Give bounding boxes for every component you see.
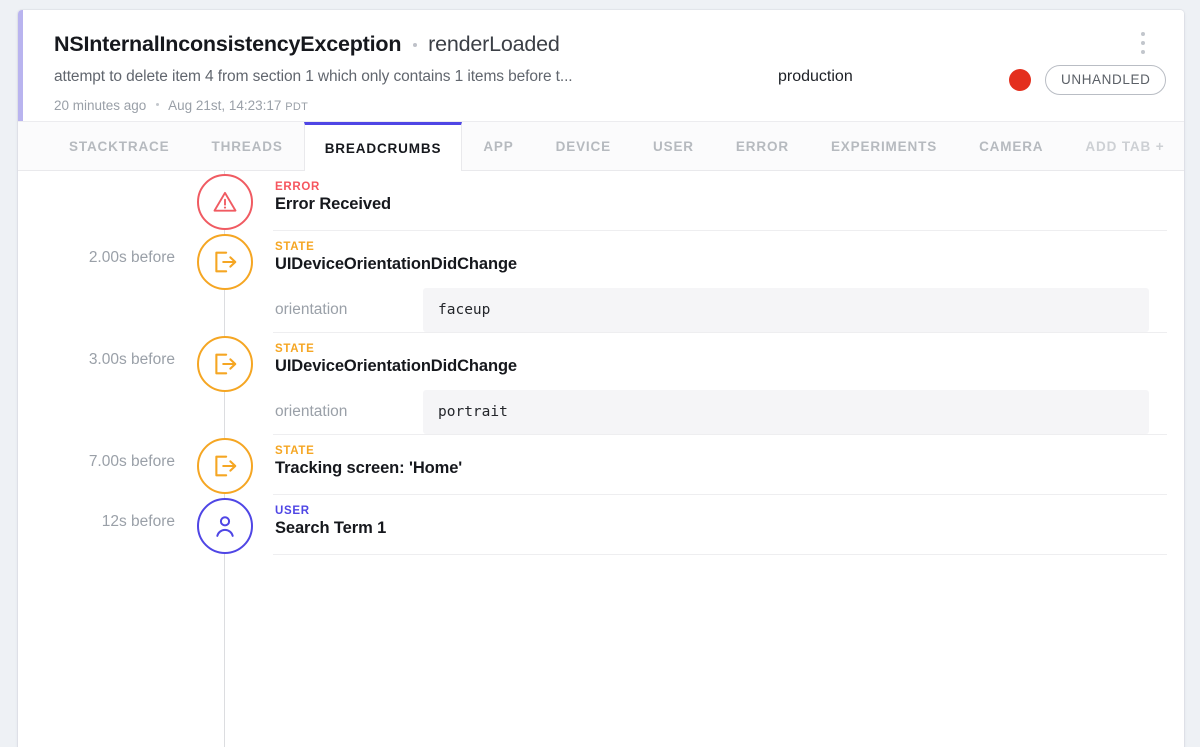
metadata-key: orientation xyxy=(275,403,348,420)
tab-label: USER xyxy=(653,138,694,154)
metadata-value: portrait xyxy=(423,390,1149,434)
title-separator-dot xyxy=(412,43,417,48)
breadcrumb-list: ERROR Error Received 2.00s before STATE UIDe… xyxy=(18,171,1184,555)
error-header-content: NSInternalInconsistencyException renderL… xyxy=(54,10,1167,121)
breadcrumb-kind-label: STATE xyxy=(275,445,315,457)
breadcrumb-content: ERROR Error Received xyxy=(275,171,1184,230)
tab-breadcrumbs[interactable]: BREADCRUMBS xyxy=(303,122,463,171)
breadcrumb-content: STATE UIDeviceOrientationDidChange orienta… xyxy=(275,231,1184,332)
tab-add-tab[interactable]: ADD TAB + xyxy=(1064,122,1184,170)
breadcrumb-metadata: orientation faceup xyxy=(275,288,1166,332)
breadcrumb-spacer xyxy=(275,478,1166,494)
breadcrumb-relative-time xyxy=(18,171,175,189)
tab-label: ADD TAB + xyxy=(1085,138,1165,154)
breadcrumb-kind-label: USER xyxy=(275,505,310,517)
tab-user[interactable]: USER xyxy=(632,122,715,170)
error-class-name: NSInternalInconsistencyException xyxy=(54,32,402,56)
breadcrumb-relative-time: 12s before xyxy=(101,513,175,530)
severity-indicator: UNHANDLED xyxy=(1009,65,1167,95)
breadcrumb-name: UIDeviceOrientationDidChange xyxy=(275,255,517,273)
breadcrumb-relative-time: 2.00s before xyxy=(88,249,175,266)
breadcrumb-icon-column xyxy=(175,333,275,392)
breadcrumb-name: Search Term 1 xyxy=(275,519,387,537)
breadcrumbs-panel: ERROR Error Received 2.00s before STATE UIDe… xyxy=(18,171,1184,747)
severity-accent-bar xyxy=(18,10,23,121)
tab-app[interactable]: APP xyxy=(462,122,534,170)
breadcrumb-icon-column xyxy=(175,495,275,554)
absolute-time: Aug 21st, 14:23:17 xyxy=(168,98,282,113)
warning-triangle-icon xyxy=(197,174,253,230)
error-timestamp: 20 minutes ago Aug 21st, 14:23:17 PDT xyxy=(54,98,308,113)
tab-label: STACKTRACE xyxy=(69,138,170,154)
kebab-dot-2 xyxy=(1141,41,1145,45)
metadata-value: faceup xyxy=(423,288,1149,332)
kebab-dot-3 xyxy=(1141,50,1145,54)
user-avatar-icon xyxy=(197,498,253,554)
breadcrumb-header: 3.00s before STATE UIDeviceOrientationDidC… xyxy=(18,333,1184,434)
breadcrumb-relative-time: 7.00s before xyxy=(88,453,175,470)
tab-label: CAMERA xyxy=(979,138,1044,154)
breadcrumb-kind-label: STATE xyxy=(275,343,315,355)
tab-label: EXPERIMENTS xyxy=(830,138,938,154)
breadcrumb-item[interactable]: 3.00s before STATE UIDeviceOrientationDidC… xyxy=(18,333,1184,435)
tab-label: ERROR xyxy=(735,138,789,154)
breadcrumb-metadata: orientation portrait xyxy=(275,390,1166,434)
breadcrumb-content: USER Search Term 1 xyxy=(275,495,1184,554)
breadcrumb-item[interactable]: ERROR Error Received xyxy=(18,171,1184,231)
breadcrumb-header: 2.00s before STATE UIDeviceOrientationDidC… xyxy=(18,231,1184,332)
kebab-dot-1 xyxy=(1141,32,1145,36)
metadata-row: orientation portrait xyxy=(275,390,1166,434)
tab-threads[interactable]: THREADS xyxy=(191,122,304,170)
tab-error[interactable]: ERROR xyxy=(715,122,810,170)
exit-arrow-icon xyxy=(197,234,253,290)
status-badge[interactable]: UNHANDLED xyxy=(1045,65,1167,95)
exit-arrow-icon xyxy=(197,438,253,494)
timezone-label: PDT xyxy=(285,101,309,113)
breadcrumb-header: 7.00s before STATE Tracking screen: 'Home' xyxy=(18,435,1184,494)
tab-label: THREADS xyxy=(211,138,283,154)
breadcrumb-spacer xyxy=(275,214,1166,230)
breadcrumb-relative-time: 3.00s before xyxy=(88,351,175,368)
error-message: attempt to delete item 4 from section 1 … xyxy=(54,68,573,85)
breadcrumb-name: Tracking screen: 'Home' xyxy=(275,459,463,477)
exit-arrow-icon xyxy=(197,336,253,392)
breadcrumb-spacer xyxy=(275,538,1166,554)
breadcrumb-header: 12s before USER Search Term 1 xyxy=(18,495,1184,554)
breadcrumb-kind-label: ERROR xyxy=(275,181,321,193)
breadcrumb-kind-label: STATE xyxy=(275,241,315,253)
metadata-key: orientation xyxy=(275,301,348,318)
tab-label: DEVICE xyxy=(555,138,611,154)
breadcrumb-name: UIDeviceOrientationDidChange xyxy=(275,357,517,375)
breadcrumb-icon-column xyxy=(175,435,275,494)
relative-time: 20 minutes ago xyxy=(54,98,147,113)
tab-bar: STACKTRACE THREADS BREADCRUMBS APP DEVICE USE… xyxy=(18,122,1184,171)
tab-device[interactable]: DEVICE xyxy=(535,122,632,170)
breadcrumb-icon-column xyxy=(175,171,275,230)
breadcrumb-divider xyxy=(273,554,1167,555)
tab-label: APP xyxy=(483,138,514,154)
error-header: NSInternalInconsistencyException renderL… xyxy=(18,10,1184,122)
breadcrumb-item[interactable]: 2.00s before STATE UIDeviceOrientationDidC… xyxy=(18,231,1184,333)
kebab-menu-icon[interactable] xyxy=(1135,32,1151,54)
tab-experiments[interactable]: EXPERIMENTS xyxy=(810,122,958,170)
tab-stacktrace[interactable]: STACKTRACE xyxy=(48,122,191,170)
breadcrumb-name: Error Received xyxy=(275,195,391,213)
tab-camera[interactable]: CAMERA xyxy=(958,122,1064,170)
metadata-row: orientation faceup xyxy=(275,288,1166,332)
error-context-name: renderLoaded xyxy=(428,32,560,56)
breadcrumb-item[interactable]: 7.00s before STATE Tracking screen: 'Home' xyxy=(18,435,1184,495)
page-title: NSInternalInconsistencyException renderL… xyxy=(54,32,560,57)
breadcrumb-icon-column xyxy=(175,231,275,290)
error-detail-card: NSInternalInconsistencyException renderL… xyxy=(18,10,1184,747)
breadcrumb-content: STATE Tracking screen: 'Home' xyxy=(275,435,1184,494)
tab-label: BREADCRUMBS xyxy=(324,140,442,156)
timestamp-separator-dot xyxy=(156,103,160,107)
release-stage-label: production xyxy=(778,68,853,85)
breadcrumb-item[interactable]: 12s before USER Search Term 1 xyxy=(18,495,1184,555)
app-root: NSInternalInconsistencyException renderL… xyxy=(0,0,1200,747)
breadcrumb-header: ERROR Error Received xyxy=(18,171,1184,230)
severity-dot-icon xyxy=(1009,69,1031,91)
breadcrumb-content: STATE UIDeviceOrientationDidChange orienta… xyxy=(275,333,1184,434)
